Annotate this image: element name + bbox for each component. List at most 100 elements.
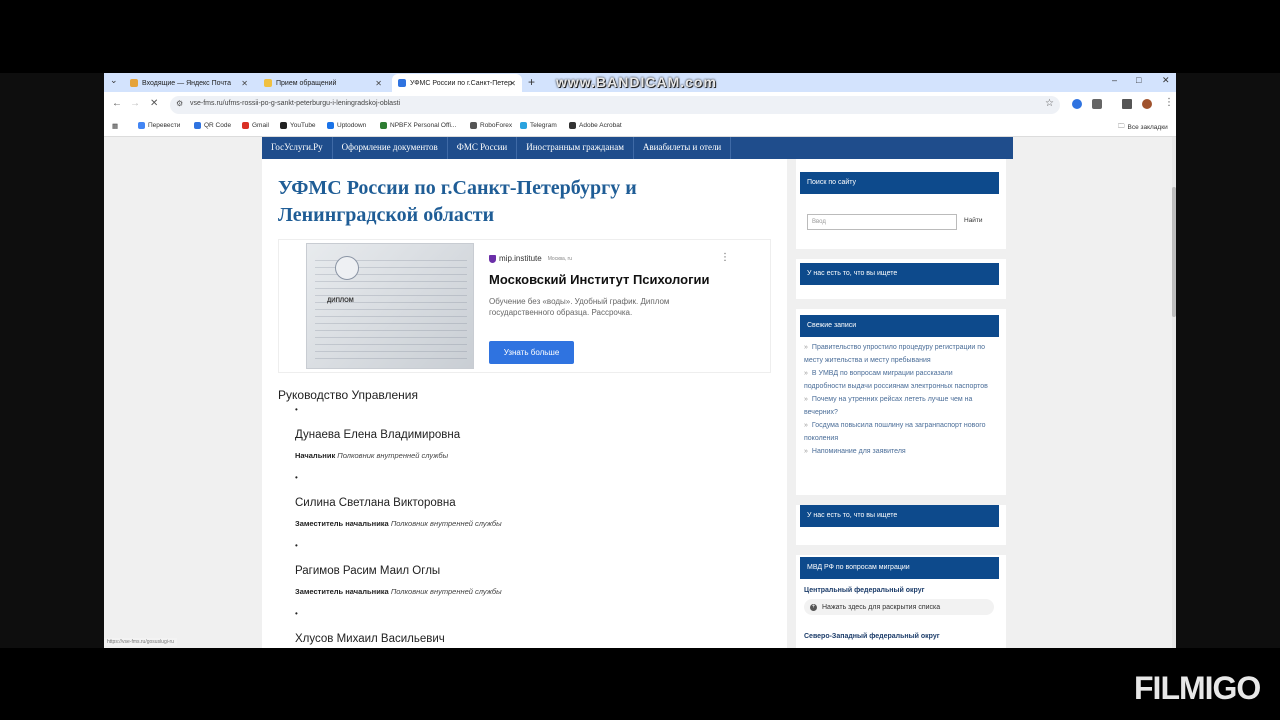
bullet-icon: • [295,405,298,414]
bookmark-label: Adobe Acrobat [579,122,622,129]
tab-strip: ⌄ Входящие — Яндекс Почта ✕ Прием обраще… [104,73,1176,92]
expand-list-button[interactable]: + Нажать здесь для раскрытия списка [804,599,994,615]
nav-item-fms[interactable]: ФМС России [448,137,518,159]
web-page: ГосУслуги.Ру Оформление документов ФМС Р… [104,137,1172,648]
bookmark-perevesti[interactable]: Перевести [138,122,180,129]
page-favicon-icon [264,79,272,87]
bookmarks-bar: ▦ Перевести QR Code Gmail YouTube Uptodo… [104,118,1176,137]
diploma-image[interactable]: ДИПЛОМ [306,243,474,369]
list-item[interactable]: » Правительство упростило процедуру регис… [804,342,996,367]
post-link[interactable]: Правительство упростило процедуру регист… [804,344,985,364]
bandicam-watermark: www.BANDICAM.com [556,74,717,90]
ad-heading[interactable]: Московский Институт Психологии [489,272,709,287]
ad-description: Обучение без «воды». Удобный график. Дип… [489,297,670,317]
qr-icon [194,122,201,129]
bullet-icon: • [295,541,298,550]
close-tab-icon[interactable]: ✕ [375,79,382,88]
bookmark-label: RoboForex [480,122,513,129]
site-favicon-icon [398,79,406,87]
find-widget: У нас есть то, что вы ищете [796,259,1006,299]
download-icon[interactable] [1122,99,1132,109]
ad-menu-icon[interactable]: ⋮ [720,252,730,263]
bookmark-star-icon[interactable]: ☆ [1045,98,1054,109]
position: Заместитель начальника [295,587,389,596]
extension-icon[interactable] [1072,99,1082,109]
learn-more-button[interactable]: Узнать больше [489,341,574,364]
extensions-puzzle-icon[interactable] [1092,99,1102,109]
stop-loading-icon[interactable]: ✕ [150,98,158,109]
minimize-button[interactable]: – [1112,75,1117,85]
post-link[interactable]: В УМВД по вопросам миграции рассказали п… [804,370,988,390]
tab-priem-obrascheniy[interactable]: Прием обращений ✕ [258,74,388,92]
widget-title: У нас есть то, что вы ищете [800,505,999,527]
search-button[interactable]: Найти [964,217,983,224]
post-link[interactable]: Напоминание для заявителя [812,448,906,455]
post-link[interactable]: Почему на утренних рейсах лететь лучше ч… [804,396,972,416]
bookmark-telegram[interactable]: Telegram [520,122,557,129]
nav-item-documents[interactable]: Оформление документов [333,137,448,159]
person-name: Дунаева Елена Владимировна [295,429,461,441]
close-tab-icon[interactable]: ✕ [509,79,516,88]
ad-brand[interactable]: mip.institute Москва, ru [489,254,572,263]
bookmark-adobe-acrobat[interactable]: Adobe Acrobat [569,122,622,129]
bookmark-gmail[interactable]: Gmail [242,122,269,129]
address-bar[interactable]: ⚙ vse-fms.ru/ufms-rossii-po-g-sankt-pete… [170,96,1060,114]
page-scrollbar[interactable] [1172,137,1176,648]
maximize-button[interactable]: □ [1136,75,1141,85]
bookmark-uptodown[interactable]: Uptodown [327,122,366,129]
diploma-label: ДИПЛОМ [327,298,354,304]
region-northwest[interactable]: Северо-Западный федеральный округ [804,633,940,640]
forward-arrow-icon[interactable]: → [130,98,140,109]
url-text: vse-fms.ru/ufms-rossii-po-g-sankt-peterb… [190,100,401,107]
bullet-icon: » [804,344,808,351]
left-letterbox [0,73,104,648]
list-item[interactable]: » Напоминание для заявителя [804,446,996,459]
shield-icon [489,254,496,263]
bookmark-youtube[interactable]: YouTube [280,122,316,129]
bookmark-label: Все закладки [1127,124,1168,131]
new-tab-button[interactable]: + [528,75,535,89]
gmail-icon [242,122,249,129]
bookmark-label: QR Code [204,122,232,129]
tab-ufms-active[interactable]: УФМС России по г.Санкт-Петер ✕ [392,74,522,92]
close-tab-icon[interactable]: ✕ [241,79,248,88]
tab-search-icon[interactable]: ⌄ [110,75,118,86]
list-item[interactable]: » В УМВД по вопросам миграции рассказали … [804,368,996,393]
main-content: УФМС России по г.Санкт-Петербургу и Лени… [262,159,787,648]
nav-item-tickets[interactable]: Авиабилеты и отели [634,137,732,159]
search-widget: Поиск по сайту Ввод Найти [796,159,1006,249]
advertisement-block[interactable]: ДИПЛОМ mip.institute Москва, ru ⋮ Москов… [278,239,771,373]
nav-item-foreigners[interactable]: Иностранным гражданам [517,137,634,159]
person-name: Рагимов Расим Маил Оглы [295,565,441,577]
site-nav-bar: ГосУслуги.Ру Оформление документов ФМС Р… [262,137,1013,159]
bookmark-npbfx[interactable]: NPBFX Personal Offi... [380,122,456,129]
browser-window: ⌄ Входящие — Яндекс Почта ✕ Прием обраще… [104,73,1176,648]
list-item[interactable]: » Почему на утренних рейсах лететь лучше … [804,394,996,419]
site-info-icon[interactable]: ⚙ [176,99,183,108]
profile-avatar[interactable] [1142,99,1152,109]
bookmark-roboforex[interactable]: RoboForex [470,122,512,129]
list-item[interactable]: » Госдума повысила пошлину на загранпаспо… [804,420,996,445]
scrollbar-thumb[interactable] [1172,187,1176,317]
tab-yandex-mail[interactable]: Входящие — Яндекс Почта ✕ [124,74,254,92]
bookmark-qr-code[interactable]: QR Code [194,122,231,129]
close-window-button[interactable]: ✕ [1162,75,1170,86]
plus-icon: + [810,603,817,611]
bookmark-label: Gmail [252,122,269,129]
back-arrow-icon[interactable]: ← [112,98,122,109]
bullet-icon: » [804,422,808,429]
widget-title: У нас есть то, что вы ищете [800,263,999,285]
filmigo-watermark: FILMIGO [1134,670,1261,706]
tab-label: УФМС России по г.Санкт-Петер [410,79,512,87]
apps-grid-icon[interactable]: ▦ [112,122,118,130]
post-link[interactable]: Госдума повысила пошлину на загранпаспор… [804,422,986,442]
all-bookmarks[interactable]: 🗀 Все закладки [1118,122,1168,133]
page-title: УФМС России по г.Санкт-Петербургу и Лени… [278,177,637,226]
search-input[interactable]: Ввод [807,214,957,230]
rank: Полковник внутренней службы [390,587,502,596]
right-letterbox [1176,73,1280,648]
status-bar-url: https://vse-fms.ru/gosuslugi-ru [104,638,177,646]
kebab-menu-icon[interactable]: ⋮ [1164,97,1174,108]
region-central[interactable]: Центральный федеральный округ [804,587,925,594]
nav-item-gosuslugi[interactable]: ГосУслуги.Ру [262,137,333,159]
